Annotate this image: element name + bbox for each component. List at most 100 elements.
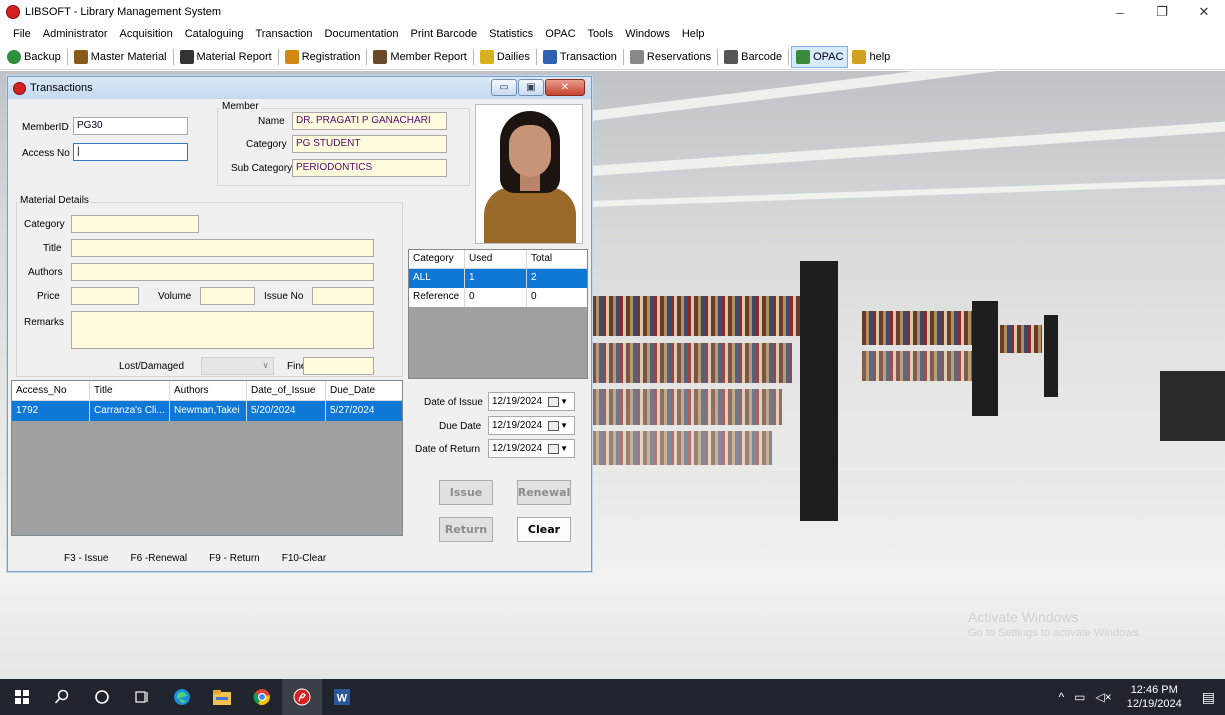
material-title-label: Title [43, 243, 62, 254]
material-details-title: Material Details [18, 195, 91, 206]
renewal-button[interactable]: Renewal [517, 480, 571, 505]
taskbar-edge[interactable] [162, 679, 202, 715]
menu-administrator[interactable]: Administrator [37, 28, 114, 40]
clear-button[interactable]: Clear [517, 517, 571, 542]
transactions-maximize-button[interactable]: ▣ [518, 79, 544, 96]
taskbar-libsoft[interactable] [282, 679, 322, 715]
lost-damaged-dropdown[interactable]: ∨ [201, 357, 274, 375]
material-remarks-label: Remarks [24, 317, 65, 328]
notifications-icon[interactable]: ▤ [1192, 689, 1225, 706]
toolbar-reservations-button[interactable]: Reservations [626, 46, 715, 68]
menu-print-barcode[interactable]: Print Barcode [405, 28, 484, 40]
material-price-field [71, 287, 139, 305]
transactions-titlebar[interactable]: Transactions ▭ ▣ ✕ [8, 77, 591, 99]
return-button[interactable]: Return [439, 517, 493, 542]
reservations-icon [629, 49, 644, 64]
toolbar-separator [472, 48, 474, 65]
date-of-return-label: Date of Return [415, 444, 481, 455]
table-row[interactable]: ALL 1 2 [409, 269, 587, 288]
due-date-picker[interactable]: 12/19/2024 ▼ [488, 416, 575, 435]
member-category-field: PG STUDENT [292, 135, 447, 153]
task-view-icon [135, 691, 148, 703]
toolbar-barcode-button[interactable]: Barcode [720, 46, 786, 68]
menu-opac[interactable]: OPAC [539, 28, 581, 40]
toolbar-registration-button[interactable]: Registration [281, 46, 365, 68]
hotkeys-hint: F3 - Issue F6 -Renewal F9 - Return F10-C… [64, 553, 327, 564]
menu-windows[interactable]: Windows [619, 28, 676, 40]
chevron-up-icon[interactable]: ^ [1053, 690, 1069, 704]
calendar-icon [548, 443, 560, 454]
date-of-return-picker[interactable]: 12/19/2024 ▼ [488, 439, 575, 458]
transactions-window: Transactions ▭ ▣ ✕ MemberID PG30 Access … [7, 76, 592, 572]
transactions-close-button[interactable]: ✕ [545, 79, 585, 96]
help-icon [852, 49, 867, 64]
member-id-input[interactable]: PG30 [73, 117, 188, 135]
category-limits-table: Category Used Total ALL 1 2 Reference 0 … [408, 249, 588, 379]
list-item[interactable]: 1792 Carranza's Cli... Newman,Takei 5/20… [12, 401, 402, 421]
table-row[interactable]: Reference 0 0 [409, 288, 587, 307]
material-title-field [71, 239, 374, 257]
toolbar-master-material-button[interactable]: Master Material [70, 46, 171, 68]
libsoft-logo-icon [13, 81, 26, 95]
close-button[interactable]: ✕ [1183, 0, 1225, 24]
toolbar: Backup Master Material Material Report R… [0, 44, 1225, 70]
restore-button[interactable]: ❐ [1141, 0, 1183, 24]
transactions-window-controls: ▭ ▣ ✕ [490, 79, 585, 96]
due-date-label: Due Date [439, 421, 482, 432]
toolbar-dailies-button[interactable]: Dailies [476, 46, 534, 68]
registration-icon [284, 49, 299, 64]
access-no-input[interactable]: | [73, 143, 188, 161]
material-volume-label: Volume [158, 291, 192, 302]
menu-tools[interactable]: Tools [582, 28, 620, 40]
chevron-down-icon: ∨ [262, 360, 269, 370]
toolbar-member-report-button[interactable]: Member Report [369, 46, 470, 68]
start-button[interactable] [2, 679, 42, 715]
menu-acquisition[interactable]: Acquisition [114, 28, 179, 40]
toolbar-backup-button[interactable]: Backup [3, 46, 65, 68]
chevron-down-icon: ▼ [560, 444, 568, 453]
bookshelf-end-image [1044, 315, 1058, 397]
network-icon[interactable]: ▭ [1069, 690, 1090, 704]
menu-transaction[interactable]: Transaction [249, 28, 318, 40]
transactions-minimize-button[interactable]: ▭ [491, 79, 517, 96]
member-photo [475, 104, 583, 244]
table-header: Category Used Total [409, 250, 587, 269]
toolbar-transaction-button[interactable]: Transaction [539, 46, 621, 68]
date-of-issue-picker[interactable]: 12/19/2024 ▼ [488, 392, 575, 411]
search-button[interactable] [42, 679, 82, 715]
bookshelf-image [592, 296, 802, 336]
toolbar-opac-button[interactable]: OPAC [791, 45, 849, 68]
taskbar-chrome[interactable] [242, 679, 282, 715]
toolbar-separator [277, 48, 279, 65]
handshake-icon [542, 49, 557, 64]
transactions-title: Transactions [30, 82, 93, 94]
issue-button[interactable]: Issue [439, 480, 493, 505]
windows-icon [15, 690, 29, 704]
menubar: File Administrator Acquisition Catalogui… [0, 24, 1225, 44]
taskbar: W ^ ▭ ◁× 12:46 PM 12/19/2024 ▤ [0, 679, 1225, 715]
chrome-icon [253, 689, 270, 705]
material-category-field [71, 215, 199, 233]
taskbar-word[interactable]: W [322, 679, 362, 715]
volume-muted-icon[interactable]: ◁× [1090, 690, 1116, 704]
bookshelf-end-image [972, 301, 998, 416]
minimize-button[interactable]: – [1099, 0, 1141, 24]
libsoft-logo-icon [6, 5, 20, 19]
menu-help[interactable]: Help [676, 28, 711, 40]
task-view-button[interactable] [122, 679, 162, 715]
toolbar-help-button[interactable]: help [848, 46, 894, 68]
menu-file[interactable]: File [7, 28, 37, 40]
binoculars-icon [179, 49, 194, 64]
menu-statistics[interactable]: Statistics [483, 28, 539, 40]
edge-icon [174, 689, 190, 705]
clock[interactable]: 12:46 PM 12/19/2024 [1117, 683, 1192, 711]
activate-windows-watermark: Activate Windows Go to Settings to activ… [968, 609, 1142, 639]
cortana-button[interactable] [82, 679, 122, 715]
menu-documentation[interactable]: Documentation [319, 28, 405, 40]
taskbar-file-explorer[interactable] [202, 679, 242, 715]
member-subcategory-field: PERIODONTICS [292, 159, 447, 177]
toolbar-material-report-button[interactable]: Material Report [176, 46, 276, 68]
material-issue-no-field [312, 287, 374, 305]
libsoft-icon [293, 688, 311, 706]
menu-cataloguing[interactable]: Cataloguing [179, 28, 250, 40]
